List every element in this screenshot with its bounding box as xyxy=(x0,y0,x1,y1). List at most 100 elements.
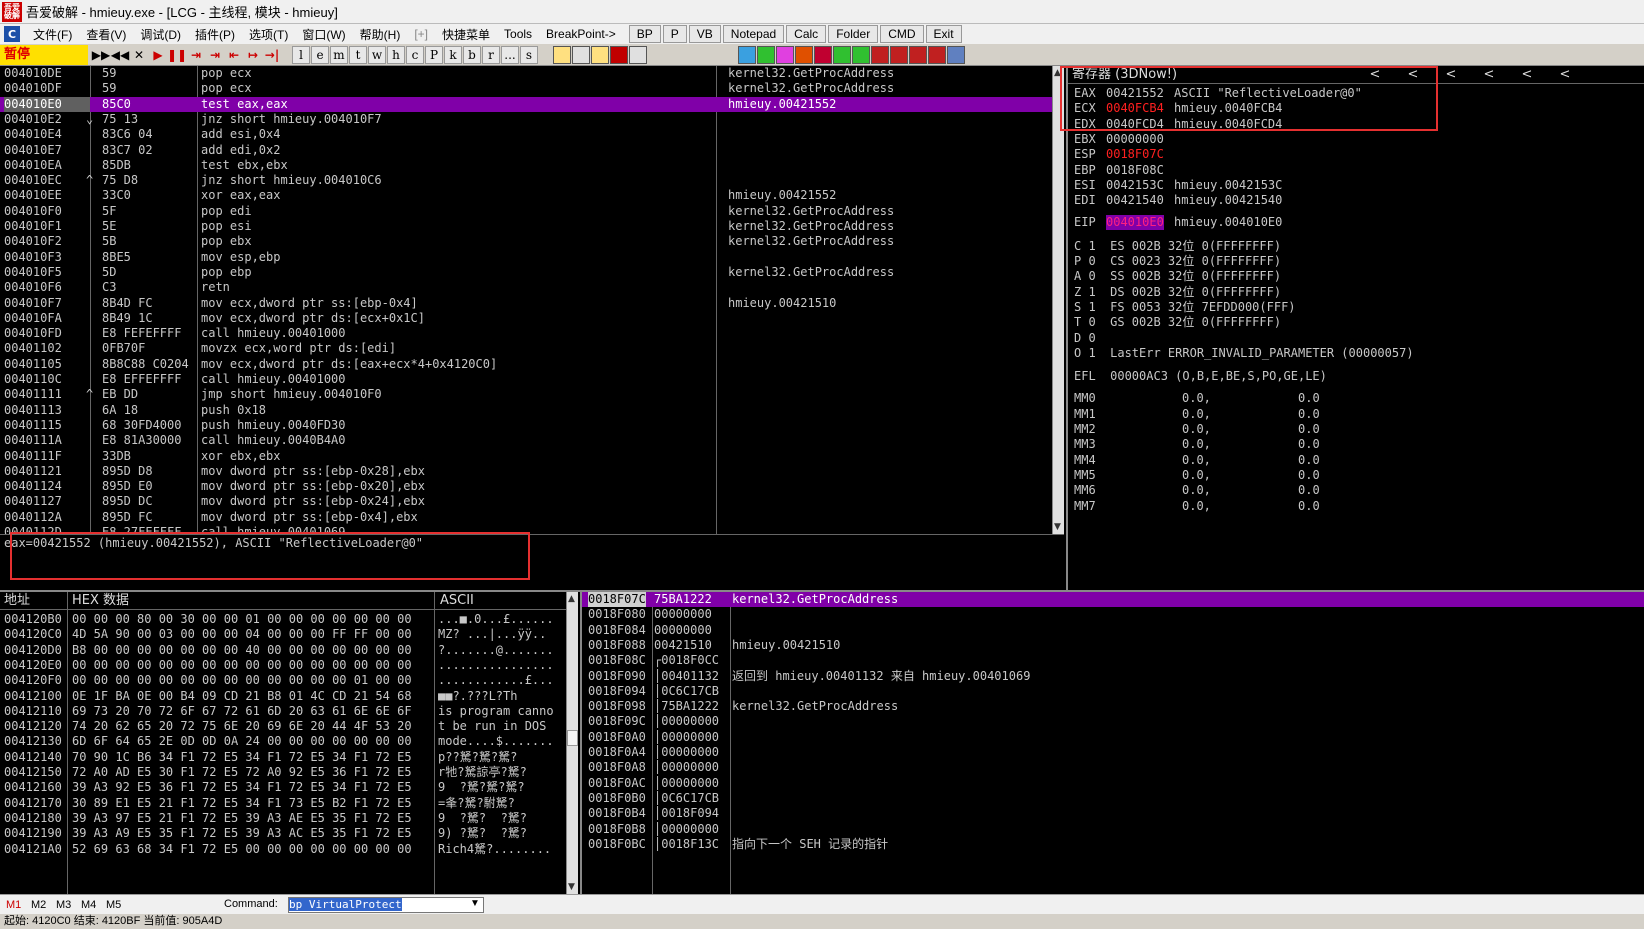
dump-row[interactable]: 00412180 39 A3 97 E5 21 F1 72 E5 39 A3 AE… xyxy=(0,811,566,826)
flag-row[interactable]: O 1 LastErr ERROR_INVALID_PARAMETER (000… xyxy=(1074,346,1644,361)
command-dropdown-icon[interactable]: ▼ xyxy=(470,898,480,909)
scroll-up-icon[interactable]: ▲ xyxy=(1054,68,1061,78)
disasm-row[interactable]: 004010F5 5D pop ebp kernel32.GetProcAddress xyxy=(0,265,1052,280)
register-row[interactable]: ESI 0042153C hmieuy.0042153C xyxy=(1074,178,1644,193)
debug-button[interactable]: ⇥ xyxy=(187,46,205,64)
command-input[interactable]: bp VirtualProtect xyxy=(288,897,484,913)
scroll-down-icon[interactable]: ▼ xyxy=(568,882,575,892)
debug-button[interactable]: ▶▶ xyxy=(92,46,110,64)
efl-row[interactable]: EFL 00000AC3 (O,B,E,BE,S,PO,GE,LE) xyxy=(1074,369,1644,384)
debug-button[interactable]: ✕ xyxy=(130,46,148,64)
window-toggle-button[interactable]: ... xyxy=(501,45,519,64)
dump-row[interactable]: 004121A0 52 69 63 68 34 F1 72 E5 00 00 00… xyxy=(0,842,566,857)
mmx-row[interactable]: MM5 0.0, 0.0 xyxy=(1074,468,1644,483)
plugin-tool-icon[interactable] xyxy=(890,45,908,64)
register-row[interactable]: EBP 0018F08C xyxy=(1074,163,1644,178)
menu-item[interactable]: 选项(T) xyxy=(242,26,295,43)
register-row[interactable]: EDI 00421540 hmieuy.00421540 xyxy=(1074,193,1644,208)
mmx-row[interactable]: MM4 0.0, 0.0 xyxy=(1074,453,1644,468)
dump-row[interactable]: 004120E0 00 00 00 00 00 00 00 00 00 00 00… xyxy=(0,658,566,673)
disasm-row[interactable]: 004010E7 83C7 02 add edi,0x2 xyxy=(0,143,1052,158)
stack-pane[interactable]: 0018F07C 75BA1222 kernel32.GetProcAddress 0… xyxy=(580,592,1644,894)
plugin-tool-icon[interactable] xyxy=(871,45,889,64)
menu-item[interactable]: 窗口(W) xyxy=(295,26,352,43)
plugin-tool-icon[interactable] xyxy=(909,45,927,64)
disasm-row[interactable]: 0040110C E8 EFFEFFFF call hmieuy.00401000 xyxy=(0,372,1052,387)
flag-row[interactable]: P 0 CS 0023 32位 0(FFFFFFFF) xyxy=(1074,254,1644,269)
cpu-window-icon[interactable]: C xyxy=(4,26,20,42)
stack-row[interactable]: 0018F07C 75BA1222 kernel32.GetProcAddress xyxy=(582,592,1644,608)
register-nav-arrow[interactable]: < xyxy=(1508,66,1546,84)
dump-row[interactable]: 004120D0 B8 00 00 00 00 00 00 00 40 00 00… xyxy=(0,643,566,658)
menu-item[interactable]: BreakPoint-> xyxy=(539,27,623,41)
disasm-row[interactable]: 004010EC ^ 75 D8 jnz short hmieuy.004010C6 xyxy=(0,173,1052,188)
disasm-row[interactable]: 004010F7 8B4D FC mov ecx,dword ptr ss:[ebp… xyxy=(0,296,1052,311)
disasm-row[interactable]: 004010E4 83C6 04 add esi,0x4 xyxy=(0,127,1052,142)
register-value[interactable]: 0040FCB4 xyxy=(1106,101,1164,116)
plugin-tool-icon[interactable] xyxy=(776,45,794,64)
debug-button[interactable]: ⇥ xyxy=(206,46,224,64)
stack-row[interactable]: 0018F0AC │00000000 xyxy=(582,776,1644,791)
register-row[interactable]: EBX 00000000 xyxy=(1074,132,1644,147)
menu-item[interactable]: 插件(P) xyxy=(188,26,242,43)
disasm-row[interactable]: 004010FD E8 FEFEFFFF call hmieuy.00401000 xyxy=(0,326,1052,341)
register-value[interactable]: 00421540 xyxy=(1106,193,1164,208)
disasm-row[interactable]: 004010F1 5E pop esi kernel32.GetProcAddress xyxy=(0,219,1052,234)
register-row[interactable]: EAX 00421552 ASCII "ReflectiveLoader@0" xyxy=(1074,86,1644,101)
debug-button[interactable]: →| xyxy=(263,46,281,64)
toolbar-tool-icon[interactable] xyxy=(572,45,590,64)
register-value[interactable]: 00000000 xyxy=(1106,132,1164,147)
disasm-row[interactable]: 004010EA 85DB test ebx,ebx xyxy=(0,158,1052,173)
menu-item[interactable]: [+] xyxy=(407,27,435,41)
stack-row[interactable]: 0018F0B8 │00000000 xyxy=(582,822,1644,837)
dump-row[interactable]: 00412130 6D 6F 64 65 2E 0D 0D 0A 24 00 00… xyxy=(0,734,566,749)
stack-row[interactable]: 0018F0B4 │0018F094 xyxy=(582,806,1644,821)
menu-item[interactable]: 查看(V) xyxy=(79,26,133,43)
plugin-tool-icon[interactable] xyxy=(738,45,756,64)
disassembly-scrollbar[interactable]: ▲ ▼ xyxy=(1052,66,1064,534)
registers-pane[interactable]: 寄存器 (3DNow!) < < < < < < EAX 00421552 ASCII "Re… xyxy=(1066,66,1644,590)
disasm-row[interactable]: 004010DE 59 pop ecx kernel32.GetProcAddress xyxy=(0,66,1052,81)
dump-row[interactable]: 00412160 39 A3 92 E5 36 F1 72 E5 34 F1 72… xyxy=(0,780,566,795)
debug-button[interactable]: ⇤ xyxy=(225,46,243,64)
window-toggle-button[interactable]: t xyxy=(349,45,367,64)
stack-row[interactable]: 0018F090 │00401132 返回到 hmieuy.00401132 来自 … xyxy=(582,669,1644,684)
stack-row[interactable]: 0018F0B0 │0C6C17CB xyxy=(582,791,1644,806)
window-toggle-button[interactable]: w xyxy=(368,45,386,64)
window-toggle-button[interactable]: b xyxy=(463,45,481,64)
dump-row[interactable]: 00412190 39 A3 A9 E5 35 F1 72 E5 39 A3 AC… xyxy=(0,826,566,841)
dump-row[interactable]: 00412170 30 89 E1 E5 21 F1 72 E5 34 F1 73… xyxy=(0,796,566,811)
disasm-row[interactable]: 0040111F 33DB xor ebx,ebx xyxy=(0,449,1052,464)
dump-row[interactable]: 00412150 72 A0 AD E5 30 F1 72 E5 72 A0 92… xyxy=(0,765,566,780)
register-nav-arrow[interactable]: < xyxy=(1394,66,1432,84)
menu-item[interactable]: 文件(F) xyxy=(26,26,79,43)
disasm-row[interactable]: 00401113 6A 18 push 0x18 xyxy=(0,403,1052,418)
disasm-row[interactable]: 004010E0 85C0 test eax,eax hmieuy.00421552 xyxy=(0,96,1052,112)
stack-row[interactable]: 0018F0A4 │00000000 xyxy=(582,745,1644,760)
quick-button[interactable]: Notepad xyxy=(722,25,785,43)
disasm-row[interactable]: 0040111A E8 81A30000 call hmieuy.0040B4A0 xyxy=(0,433,1052,448)
dump-row[interactable]: 004120F0 00 00 00 00 00 00 00 00 00 00 00… xyxy=(0,673,566,688)
quick-button[interactable]: Exit xyxy=(925,25,962,43)
quick-button[interactable]: Calc xyxy=(786,25,827,43)
dump-row[interactable]: 00412120 74 20 62 65 20 72 75 6E 20 69 6E… xyxy=(0,719,566,734)
dump-row[interactable]: 004120C0 4D 5A 90 00 03 00 00 00 04 00 00… xyxy=(0,627,566,642)
quick-button[interactable]: BP xyxy=(628,25,661,43)
stack-row[interactable]: 0018F0A8 │00000000 xyxy=(582,760,1644,775)
disasm-row[interactable]: 004010F0 5F pop edi kernel32.GetProcAddress xyxy=(0,204,1052,219)
menu-item[interactable]: 调试(D) xyxy=(133,26,188,43)
disasm-row[interactable]: 004010FA 8B49 1C mov ecx,dword ptr ds:[ecx… xyxy=(0,311,1052,326)
plugin-tool-icon[interactable] xyxy=(795,45,813,64)
quick-button[interactable]: P xyxy=(662,25,687,43)
disasm-row[interactable]: 004010F2 5B pop ebx kernel32.GetProcAddress xyxy=(0,234,1052,249)
toolbar-tool-icon[interactable] xyxy=(629,45,647,64)
disasm-row[interactable]: 004010DF 59 pop ecx kernel32.GetProcAddress xyxy=(0,81,1052,96)
disasm-row[interactable]: 0040112D E8 27FEFFFF call hmieuy.00401069 xyxy=(0,525,1052,534)
register-nav-arrow[interactable]: < xyxy=(1432,66,1470,84)
stack-row[interactable]: 0018F094 │0C6C17CB xyxy=(582,684,1644,699)
menu-item[interactable]: 快捷菜单 xyxy=(435,26,497,43)
mmx-row[interactable]: MM3 0.0, 0.0 xyxy=(1074,437,1644,452)
quick-button[interactable]: CMD xyxy=(880,25,924,43)
flag-row[interactable]: Z 1 DS 002B 32位 0(FFFFFFFF) xyxy=(1074,285,1644,300)
disasm-row[interactable]: 00401105 8B8C88 C0204 mov ecx,dword ptr ds… xyxy=(0,357,1052,372)
